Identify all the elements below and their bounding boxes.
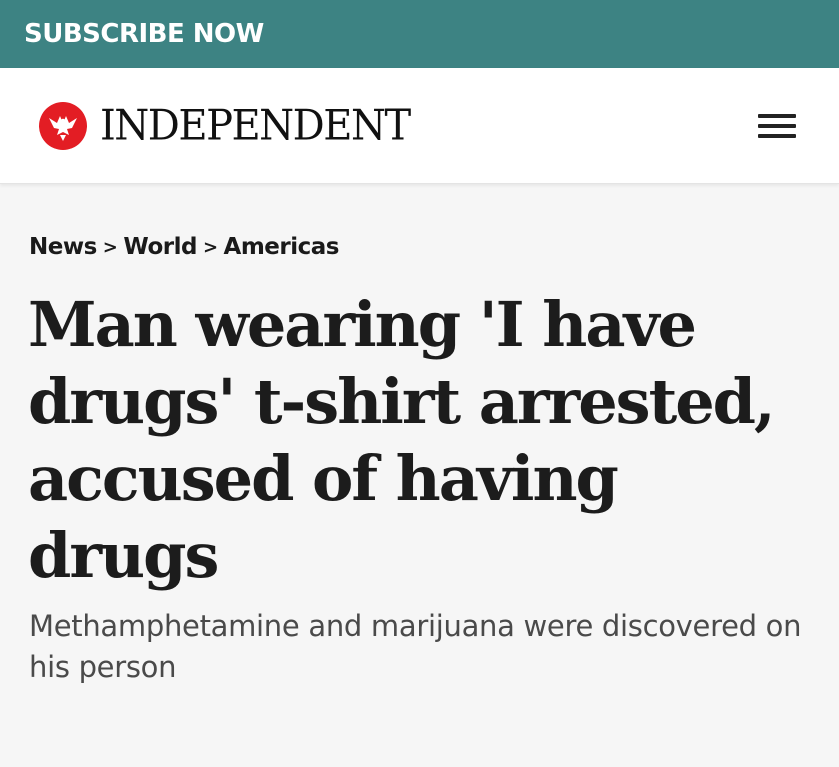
breadcrumb-item-news[interactable]: News (29, 234, 97, 260)
article-standfirst: Methamphetamine and marijuana were disco… (29, 609, 802, 684)
breadcrumb-separator: > (102, 236, 118, 258)
subscribe-now-link[interactable]: SUBSCRIBE NOW (24, 19, 264, 49)
breadcrumb: News > World > Americas (29, 234, 839, 260)
breadcrumb-separator: > (202, 236, 218, 258)
breadcrumb-item-world[interactable]: World (123, 234, 197, 260)
hamburger-menu-icon (758, 113, 796, 118)
hamburger-menu-icon-line (758, 123, 796, 128)
article-headline: Man wearing 'I have drugs' t-shirt arres… (28, 288, 776, 592)
menu-button[interactable] (755, 108, 799, 144)
site-logo[interactable]: INDEPENDENT (38, 101, 411, 151)
article-page: SUBSCRIBE NOW INDEPENDENT News > World >… (0, 0, 839, 767)
eagle-icon (39, 101, 87, 150)
subscribe-bar: SUBSCRIBE NOW (0, 0, 839, 68)
breadcrumb-item-americas[interactable]: Americas (224, 234, 340, 260)
masthead: INDEPENDENT (0, 68, 839, 184)
brand-name: INDEPENDENT (100, 101, 411, 150)
hamburger-menu-icon-line (758, 133, 796, 138)
